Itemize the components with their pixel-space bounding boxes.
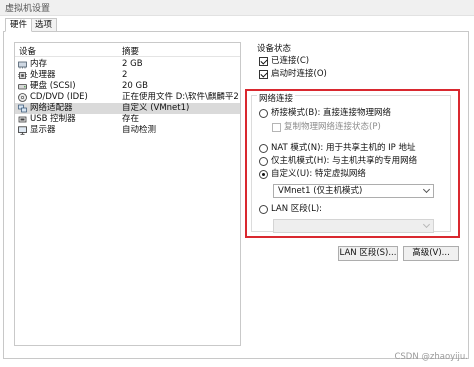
title-bar: 虚拟机设置: [0, 0, 474, 16]
custom-radio[interactable]: [259, 170, 268, 179]
lan-segment-select[interactable]: [273, 219, 434, 233]
lan-segments-button[interactable]: LAN 区段(S)...: [338, 246, 398, 261]
device-summary: 2: [122, 70, 128, 80]
cd-dvd-icon: [18, 93, 27, 102]
connected-checkbox[interactable]: [259, 57, 268, 66]
window-title: 虚拟机设置: [5, 4, 51, 14]
device-summary: 存在: [122, 114, 140, 124]
lan-segment-label[interactable]: LAN 区段(L):: [271, 204, 322, 215]
device-name: 内存: [30, 59, 48, 69]
replicate-state-checkbox[interactable]: [272, 123, 281, 132]
bridged-label[interactable]: 桥接模式(B): 直接连接物理网络: [271, 108, 391, 119]
usb-controller-icon: [18, 116, 27, 123]
chevron-down-icon: [422, 185, 431, 194]
network-connection-title: 网络连接: [257, 92, 296, 104]
tab-options[interactable]: 选项: [30, 18, 58, 32]
device-status-title: 设备状态: [257, 44, 292, 54]
monitor-icon: [18, 126, 27, 135]
bridged-radio[interactable]: [259, 109, 268, 118]
connected-label[interactable]: 已连接(C): [271, 56, 309, 67]
advanced-button[interactable]: 高级(V)...: [403, 246, 459, 261]
device-row-usb-controller[interactable]: USB 控制器 存在: [15, 114, 240, 125]
memory-icon: [18, 61, 27, 69]
device-row-hard-disk[interactable]: 硬盘 (SCSI) 20 GB: [15, 81, 240, 92]
network-adapter-icon: [18, 104, 27, 113]
device-name: USB 控制器: [30, 114, 76, 124]
watermark: CSDN @zhaoyiju.: [394, 352, 468, 362]
replicate-state-label[interactable]: 复制物理网络连接状态(P): [284, 122, 381, 133]
device-row-monitor[interactable]: 显示器 自动检测: [15, 125, 240, 136]
device-summary: 自动检测: [122, 125, 157, 135]
processor-icon: [18, 72, 27, 79]
host-only-label[interactable]: 仅主机模式(H): 与主机共享的专用网络: [271, 156, 417, 167]
device-name: CD/DVD (IDE): [30, 92, 88, 102]
device-summary: 20 GB: [122, 81, 148, 91]
nat-label[interactable]: NAT 模式(N): 用于共享主机的 IP 地址: [271, 143, 416, 154]
device-row-processor[interactable]: 处理器 2: [15, 70, 240, 81]
column-header-summary[interactable]: 摘要: [122, 45, 139, 57]
device-name: 显示器: [30, 125, 56, 135]
host-only-radio[interactable]: [259, 157, 268, 166]
custom-network-value: VMnet1 (仅主机模式): [278, 186, 363, 196]
custom-network-select[interactable]: VMnet1 (仅主机模式): [273, 184, 434, 198]
connect-at-power-on-checkbox[interactable]: [259, 70, 268, 79]
nat-radio[interactable]: [259, 144, 268, 153]
tab-hardware[interactable]: 硬件: [5, 18, 33, 32]
device-summary: 正在使用文件 D:\软件\麒麟平2...: [122, 92, 239, 102]
device-row-network-adapter[interactable]: 网络适配器 自定义 (VMnet1): [15, 103, 240, 114]
hard-disk-icon: [18, 84, 27, 90]
lan-segment-radio[interactable]: [259, 205, 268, 214]
device-list[interactable]: 设备 摘要 内存 2 GB 处理器 2 硬盘 (SCSI) 20 GB CD/D…: [14, 42, 241, 346]
chevron-down-icon: [422, 220, 431, 229]
device-summary: 2 GB: [122, 59, 143, 69]
column-header-device[interactable]: 设备: [19, 45, 36, 57]
device-list-header: 设备 摘要: [15, 43, 240, 57]
custom-label[interactable]: 自定义(U): 特定虚拟网络: [271, 169, 366, 180]
device-row-memory[interactable]: 内存 2 GB: [15, 59, 240, 70]
device-name: 处理器: [30, 70, 56, 80]
device-name: 网络适配器: [30, 103, 73, 113]
device-name: 硬盘 (SCSI): [30, 81, 76, 91]
device-row-cd-dvd[interactable]: CD/DVD (IDE) 正在使用文件 D:\软件\麒麟平2...: [15, 92, 240, 103]
connect-at-power-on-label[interactable]: 启动时连接(O): [271, 69, 327, 80]
device-summary: 自定义 (VMnet1): [122, 103, 190, 113]
